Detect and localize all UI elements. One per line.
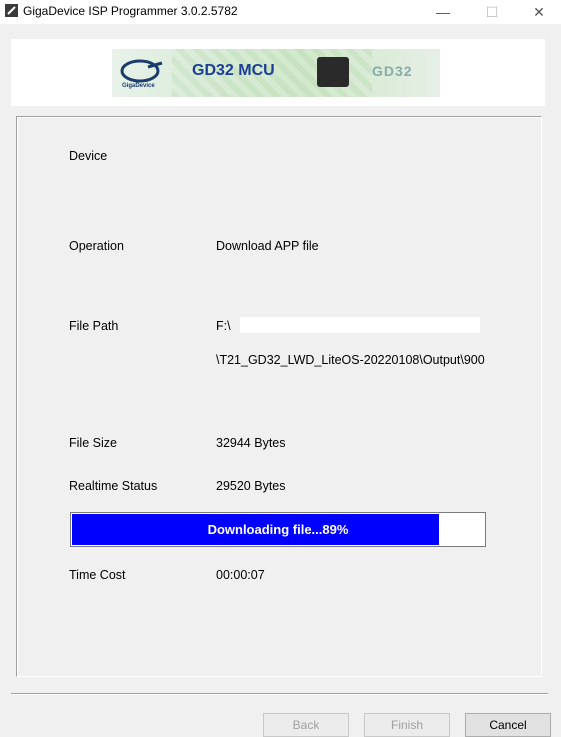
back-button[interactable]: Back: [263, 713, 349, 737]
maximize-button[interactable]: ☐: [469, 0, 515, 24]
operation-value: Download APP file: [216, 239, 319, 253]
file-path-label: File Path: [69, 319, 119, 333]
window-title: GigaDevice ISP Programmer 3.0.2.5782: [23, 4, 238, 18]
cancel-button[interactable]: Cancel: [465, 713, 551, 737]
logo-text: GigaDevice: [122, 83, 155, 89]
title-bar: GigaDevice ISP Programmer 3.0.2.5782 — ☐…: [0, 0, 561, 24]
time-cost-label: Time Cost: [69, 568, 126, 582]
redacted-path-area: [240, 317, 480, 333]
realtime-status-label: Realtime Status: [69, 479, 158, 493]
app-icon: [5, 4, 18, 17]
file-size-label: File Size: [69, 436, 117, 450]
finish-button[interactable]: Finish: [364, 713, 450, 737]
banner-image: GigaDevice GD32 MCU GD32: [112, 49, 440, 97]
chip-icon: [317, 57, 349, 87]
banner-area: GigaDevice GD32 MCU GD32: [11, 39, 545, 106]
file-path-line1: F:\: [216, 319, 231, 333]
realtime-status-value: 29520 Bytes: [216, 479, 286, 493]
footer-divider: [11, 693, 548, 695]
file-path-line2: \T21_GD32_LWD_LiteOS-20220108\Output\900: [216, 353, 485, 367]
product-title: GD32 MCU: [192, 62, 275, 79]
file-size-value: 32944 Bytes: [216, 436, 286, 450]
minimize-button[interactable]: —: [420, 0, 466, 24]
progress-text: Downloading file...89%: [207, 522, 349, 537]
chip-label: GD32: [372, 63, 413, 79]
download-progress-bar: Downloading file...89%: [70, 512, 486, 547]
device-label: Device: [69, 149, 108, 163]
main-panel: [16, 116, 542, 677]
operation-label: Operation: [69, 239, 124, 253]
close-button[interactable]: ✕: [516, 0, 561, 24]
time-cost-value: 00:00:07: [216, 568, 265, 582]
